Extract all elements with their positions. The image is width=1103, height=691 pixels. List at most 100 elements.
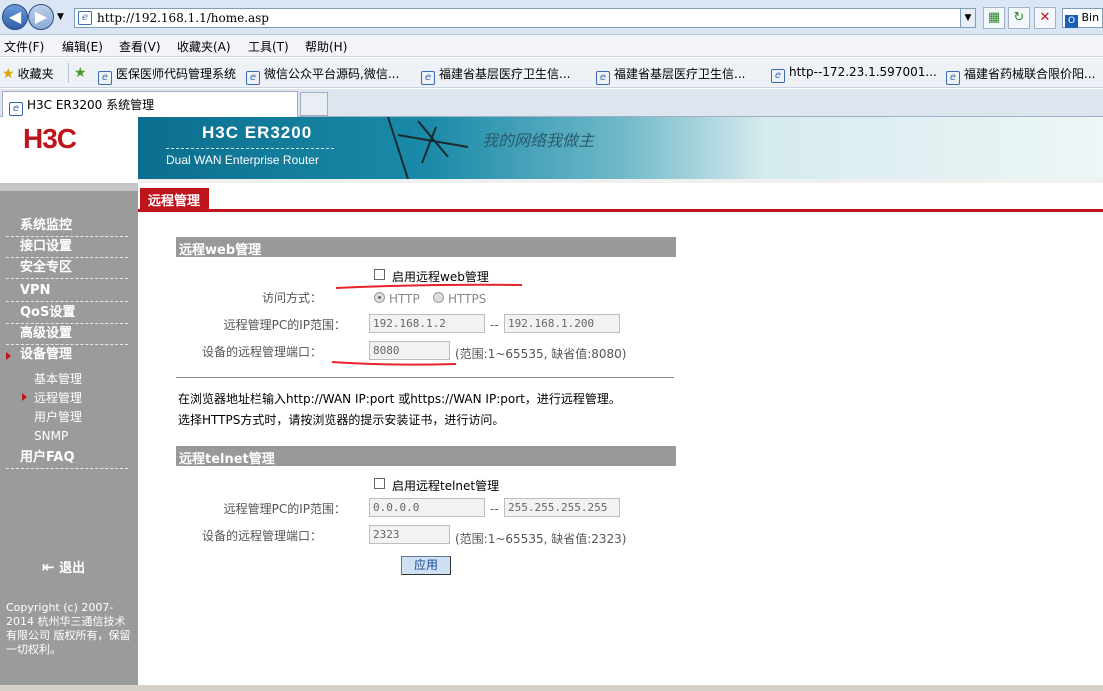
web-ip-from-input[interactable]: 192.168.1.2	[369, 314, 485, 333]
divider	[68, 63, 69, 83]
sidebar-sub-remote[interactable]: 远程管理	[21, 389, 82, 406]
sidebar-sub-basic[interactable]: 基本管理	[34, 370, 82, 387]
menu-view[interactable]: 查看(V)	[119, 38, 161, 55]
sidebar-item-faq[interactable]: 用户FAQ	[6, 448, 128, 469]
page-icon: e	[596, 71, 610, 85]
telnet-port-label: 设备的远程管理端口：	[201, 529, 322, 543]
red-underline	[335, 283, 523, 289]
sidebar-item-interface[interactable]: 接口设置	[6, 237, 128, 258]
menu-edit[interactable]: 编辑(E)	[62, 38, 103, 55]
compat-view-icon[interactable]: ▦	[983, 7, 1005, 29]
banner-divider	[166, 148, 334, 149]
page-icon: e	[771, 69, 785, 83]
browser-address-bar: ◀ ▶ ▼ e http://192.168.1.1/home.asp ▼ ▦ …	[0, 0, 1103, 35]
http-radio[interactable]	[374, 292, 385, 303]
banner-slogan: 我的网络我做主	[482, 131, 595, 150]
red-underline	[331, 361, 457, 366]
sidebar-item-advanced[interactable]: 高级设置	[6, 324, 128, 345]
tab-title: H3C ER3200 系统管理	[27, 98, 155, 112]
cable-graphic	[387, 117, 469, 179]
router-header: H3C H3C ER3200 Dual WAN Enterprise Route…	[0, 117, 1103, 183]
sidebar-item-monitor[interactable]: 系统监控	[6, 216, 128, 237]
favorite-link-label: 福建省基层医疗卫生信...	[614, 67, 746, 81]
browser-tab[interactable]: e H3C ER3200 系统管理	[2, 91, 298, 117]
menu-help[interactable]: 帮助(H)	[305, 38, 347, 55]
menu-favorites[interactable]: 收藏夹(A)	[177, 38, 231, 55]
page-tab[interactable]: 远程管理	[140, 188, 210, 209]
favorites-bar: ★ 收藏夹 ★ e 医保医师代码管理系统 e 微信公众平台源码,微信... e 福建省基…	[0, 58, 1103, 88]
favorites-label: 收藏夹	[17, 67, 54, 81]
favorite-link[interactable]: e http--172.23.1.597001...	[771, 65, 937, 83]
back-button[interactable]: ◀	[2, 4, 28, 30]
address-input[interactable]: e http://192.168.1.1/home.asp	[74, 8, 976, 28]
sidebar-item-device[interactable]: 设备管理	[6, 345, 128, 366]
new-tab-button[interactable]	[300, 92, 328, 116]
logout-button[interactable]: ⇤ 退出	[42, 557, 85, 576]
star-icon: ★	[2, 66, 15, 82]
copyright: Copyright (c) 2007-2014 杭州华三通信技术有限公司 版权所…	[6, 601, 131, 656]
telnet-port-input[interactable]: 2323	[369, 525, 450, 544]
status-bar	[0, 685, 1103, 691]
tab-bar: e H3C ER3200 系统管理	[0, 89, 1103, 117]
page-icon: e	[9, 102, 23, 116]
favorite-link[interactable]: e 福建省基层医疗卫生信...	[421, 65, 570, 85]
telnet-ip-to-input[interactable]: 255.255.255.255	[504, 498, 620, 517]
favorite-link[interactable]: e 福建省药械联合限价阳...	[946, 65, 1095, 85]
page-icon: e	[98, 71, 112, 85]
banner: H3C ER3200 Dual WAN Enterprise Router 我的…	[138, 117, 1103, 179]
favorites-button[interactable]: ★ 收藏夹	[2, 65, 54, 82]
banner-subtitle: Dual WAN Enterprise Router	[166, 153, 319, 167]
sidebar-item-vpn[interactable]: VPN	[6, 281, 128, 302]
divider	[176, 377, 674, 378]
logout-icon: ⇤	[42, 558, 55, 576]
enable-web-checkbox[interactable]	[374, 269, 385, 280]
search-box[interactable]: O Bin	[1062, 8, 1103, 28]
address-dropdown-button[interactable]: ▼	[960, 8, 976, 28]
note-line-2: 选择HTTPS方式时，请按浏览器的提示安装证书，进行访问。	[178, 413, 505, 427]
page-icon: e	[246, 71, 260, 85]
section-telnet-title: 远程telnet管理	[176, 446, 676, 467]
menu-bar: 文件(F) 编辑(E) 查看(V) 收藏夹(A) 工具(T) 帮助(H)	[0, 35, 1103, 57]
page-icon: e	[421, 71, 435, 85]
https-radio[interactable]	[433, 292, 444, 303]
sidebar-sub-snmp[interactable]: SNMP	[34, 429, 68, 443]
favorite-link[interactable]: e 医保医师代码管理系统	[98, 65, 236, 85]
stop-icon[interactable]: ✕	[1034, 7, 1056, 29]
range-separator: --	[490, 502, 499, 516]
favorite-link-label: 福建省基层医疗卫生信...	[439, 67, 571, 81]
add-favorite-icon[interactable]: ★	[74, 65, 90, 81]
sidebar-item-security[interactable]: 安全专区	[6, 258, 128, 279]
telnet-ip-from-input[interactable]: 0.0.0.0	[369, 498, 485, 517]
web-port-hint: (范围:1~65535, 缺省值:8080)	[455, 347, 627, 361]
sidebar-sub-users[interactable]: 用户管理	[34, 408, 82, 425]
http-label: HTTP	[389, 292, 420, 306]
logo: H3C	[0, 117, 138, 183]
range-separator: --	[490, 318, 499, 332]
tab-underline	[138, 209, 1103, 212]
refresh-icon[interactable]: ↻	[1008, 7, 1030, 29]
forward-button[interactable]: ▶	[28, 4, 54, 30]
logout-label: 退出	[59, 561, 86, 576]
banner-model: H3C ER3200	[202, 123, 313, 142]
sidebar: 系统监控 接口设置 安全专区 VPN QoS设置 高级设置 设备管理 基本管理 …	[0, 183, 138, 685]
favorite-link-label: 微信公众平台源码,微信...	[264, 67, 400, 81]
menu-file[interactable]: 文件(F)	[4, 38, 44, 55]
history-dropdown-icon[interactable]: ▼	[57, 12, 64, 22]
page-icon: e	[78, 11, 92, 25]
section-web-title: 远程web管理	[176, 237, 676, 258]
menu-tools[interactable]: 工具(T)	[248, 38, 289, 55]
web-ip-to-input[interactable]: 192.168.1.200	[504, 314, 620, 333]
favorite-link[interactable]: e 福建省基层医疗卫生信...	[596, 65, 745, 85]
web-ip-label: 远程管理PC的IP范围：	[223, 318, 346, 332]
favorite-link-label: 福建省药械联合限价阳...	[964, 67, 1096, 81]
note-line-1: 在浏览器地址栏输入http://WAN IP:port 或https://WAN…	[178, 392, 621, 406]
access-label: 访问方式：	[261, 291, 322, 305]
page-icon: e	[946, 71, 960, 85]
sidebar-item-qos[interactable]: QoS设置	[6, 303, 128, 324]
favorite-link[interactable]: e 微信公众平台源码,微信...	[246, 65, 399, 85]
favorite-link-label: 医保医师代码管理系统	[116, 67, 237, 81]
enable-telnet-label: 启用远程telnet管理	[392, 479, 500, 493]
logo-text: H3C	[23, 123, 77, 154]
enable-telnet-checkbox[interactable]	[374, 478, 385, 489]
apply-button[interactable]: 应用	[401, 556, 451, 575]
